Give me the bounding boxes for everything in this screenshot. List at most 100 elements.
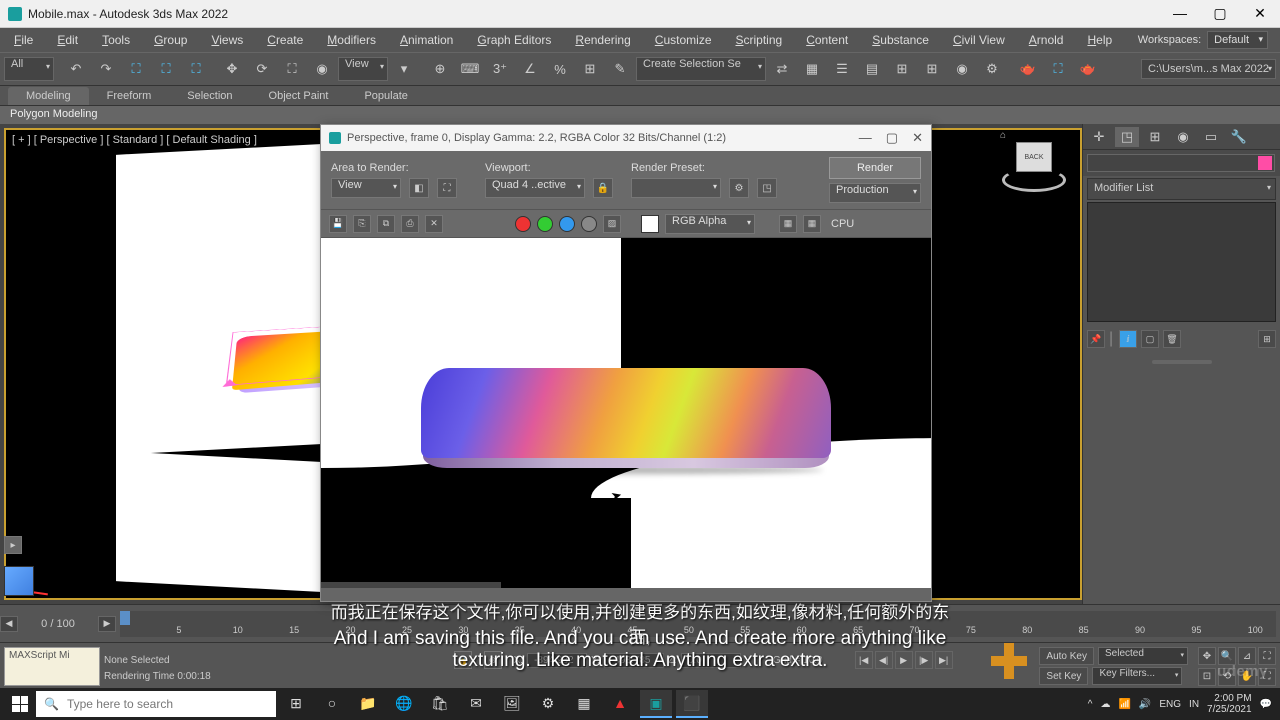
app-icon[interactable]: ▦ [568,690,600,718]
print-icon[interactable]: ⎙ [401,215,419,233]
render-titlebar[interactable]: Perspective, frame 0, Display Gamma: 2.2… [321,125,931,151]
modifier-list-dropdown[interactable]: Modifier List [1087,178,1276,200]
abs-transform-icon[interactable]: ⊕ [484,651,502,669]
minimize-button[interactable]: — [1168,5,1192,22]
pan-icon[interactable]: ✥ [1198,647,1216,665]
object-name-field[interactable] [1087,154,1275,172]
render-maximize-button[interactable]: ▢ [886,130,898,146]
toggle-layer-icon[interactable]: ▤ [858,55,886,83]
render-preset-dropdown[interactable] [631,178,721,198]
area-render-dropdown[interactable]: View [331,178,401,198]
viewport-color-swatch[interactable] [4,566,34,596]
menu-file[interactable]: File [4,31,43,49]
timeline-prev-icon[interactable]: ◀ [0,616,18,632]
3dsmax-taskbar-icon[interactable]: ▣ [640,690,672,718]
menu-customize[interactable]: Customize [645,31,722,49]
ribbon-populate[interactable]: Populate [346,87,425,105]
setkey-button[interactable]: Set Key [1039,667,1088,685]
clone-window-icon[interactable]: ⧉ [377,215,395,233]
configure-icon[interactable]: ⊞ [1258,330,1276,348]
channel-dropdown[interactable]: RGB Alpha [665,214,755,234]
save-image-icon[interactable]: 💾 [329,215,347,233]
menu-modifiers[interactable]: Modifiers [317,31,386,49]
menu-views[interactable]: Views [201,31,253,49]
mail-icon[interactable]: ✉ [460,690,492,718]
tray-notifications-icon[interactable]: 💬 [1260,699,1272,710]
panel-handle[interactable] [1152,360,1212,364]
ribbon-freeform[interactable]: Freeform [89,87,170,105]
x-field[interactable]: -394.932 [527,653,587,668]
hierarchy-tab-icon[interactable]: ⊞ [1143,127,1167,147]
percent-snap-icon[interactable]: % [546,55,574,83]
tray-volume-icon[interactable]: 🔊 [1139,699,1151,710]
ref-coord[interactable]: View [338,57,388,81]
y-field[interactable]: -493.785 [604,653,664,668]
photos-icon[interactable]: 🖼 [496,690,528,718]
unique-icon[interactable]: ▢ [1141,330,1159,348]
object-color-swatch[interactable] [1258,156,1272,170]
utilities-tab-icon[interactable]: 🔧 [1227,127,1251,147]
menu-rendering[interactable]: Rendering [565,31,640,49]
render-iter-icon[interactable]: 🫖 [1074,55,1102,83]
edit-selection-icon[interactable]: ✎ [606,55,634,83]
unlink-icon[interactable]: ⛶ [152,55,180,83]
modify-tab-icon[interactable]: ◳ [1115,127,1139,147]
workspace-selector[interactable]: Default [1207,31,1268,49]
menu-arnold[interactable]: Arnold [1019,31,1074,49]
prev-frame-icon[interactable]: ◀| [875,651,893,669]
tray-ime[interactable]: IN [1189,699,1199,710]
render-prod-icon[interactable]: ⛶ [1044,55,1072,83]
render-mode-dropdown[interactable]: Production [829,183,921,203]
manip-icon[interactable]: ⊕ [426,55,454,83]
settings-icon[interactable]: ⚙ [532,690,564,718]
blue-channel-icon[interactable] [559,216,575,232]
timeline-playhead[interactable] [120,611,130,625]
bg-color-swatch[interactable] [641,215,659,233]
keyboard-icon[interactable]: ⌨ [456,55,484,83]
tray-wifi-icon[interactable]: 📶 [1118,699,1130,710]
menu-civil-view[interactable]: Civil View [943,31,1015,49]
autokey-button[interactable]: Auto Key [1039,647,1094,665]
mirror-icon[interactable]: ⇄ [768,55,796,83]
lock-selection-icon[interactable]: 🔒 [454,651,472,669]
menu-help[interactable]: Help [1077,31,1122,49]
goto-end-icon[interactable]: ▶| [935,651,953,669]
rotate-icon[interactable]: ⟳ [248,55,276,83]
viewcube-home-icon[interactable]: ⌂ [1000,130,1006,141]
zoom-ext-icon[interactable]: ⊡ [1198,668,1216,686]
show-result-icon[interactable]: ⅈ [1119,330,1137,348]
schematic-icon[interactable]: ⊞ [918,55,946,83]
pivot-icon[interactable]: ▾ [390,55,418,83]
clear-icon[interactable]: ✕ [425,215,443,233]
task-view-icon[interactable]: ⊞ [280,690,312,718]
z-field[interactable]: 0.0 [681,653,741,668]
angle-snap-icon[interactable]: ∠ [516,55,544,83]
named-selection[interactable]: Create Selection Se [636,57,766,81]
tray-lang[interactable]: ENG [1159,699,1181,710]
ribbon-modeling[interactable]: Modeling [8,87,89,105]
undo-icon[interactable]: ↶ [62,55,90,83]
render-setup-icon[interactable]: ⚙ [978,55,1006,83]
obs-icon[interactable]: ⬛ [676,690,708,718]
material-editor-icon[interactable]: ◉ [948,55,976,83]
pin-stack-icon[interactable]: 📌 [1087,330,1105,348]
red-channel-icon[interactable] [515,216,531,232]
render-close-button[interactable]: ✕ [912,130,923,146]
menu-graph-editors[interactable]: Graph Editors [467,31,561,49]
layers-icon[interactable]: ☰ [828,55,856,83]
snap-icon[interactable]: 3⁺ [486,55,514,83]
key-filters-dropdown[interactable]: Key Filters... [1092,667,1182,685]
link-icon[interactable]: ⛶ [122,55,150,83]
alpha-channel-icon[interactable] [581,216,597,232]
render-button[interactable]: Render [829,157,921,179]
render-setup-icon[interactable]: ⚙ [729,178,749,198]
render-canvas[interactable]: ➤ [321,238,931,588]
goto-start-icon[interactable]: |◀ [855,651,873,669]
render-frame-icon[interactable]: 🫖 [1014,55,1042,83]
edit-region-icon[interactable]: ◧ [409,178,429,198]
menu-edit[interactable]: Edit [47,31,88,49]
scale-icon[interactable]: ⛶ [278,55,306,83]
copy-image-icon[interactable]: ⎘ [353,215,371,233]
auto-region-icon[interactable]: ⛶ [437,178,457,198]
menu-animation[interactable]: Animation [390,31,463,49]
